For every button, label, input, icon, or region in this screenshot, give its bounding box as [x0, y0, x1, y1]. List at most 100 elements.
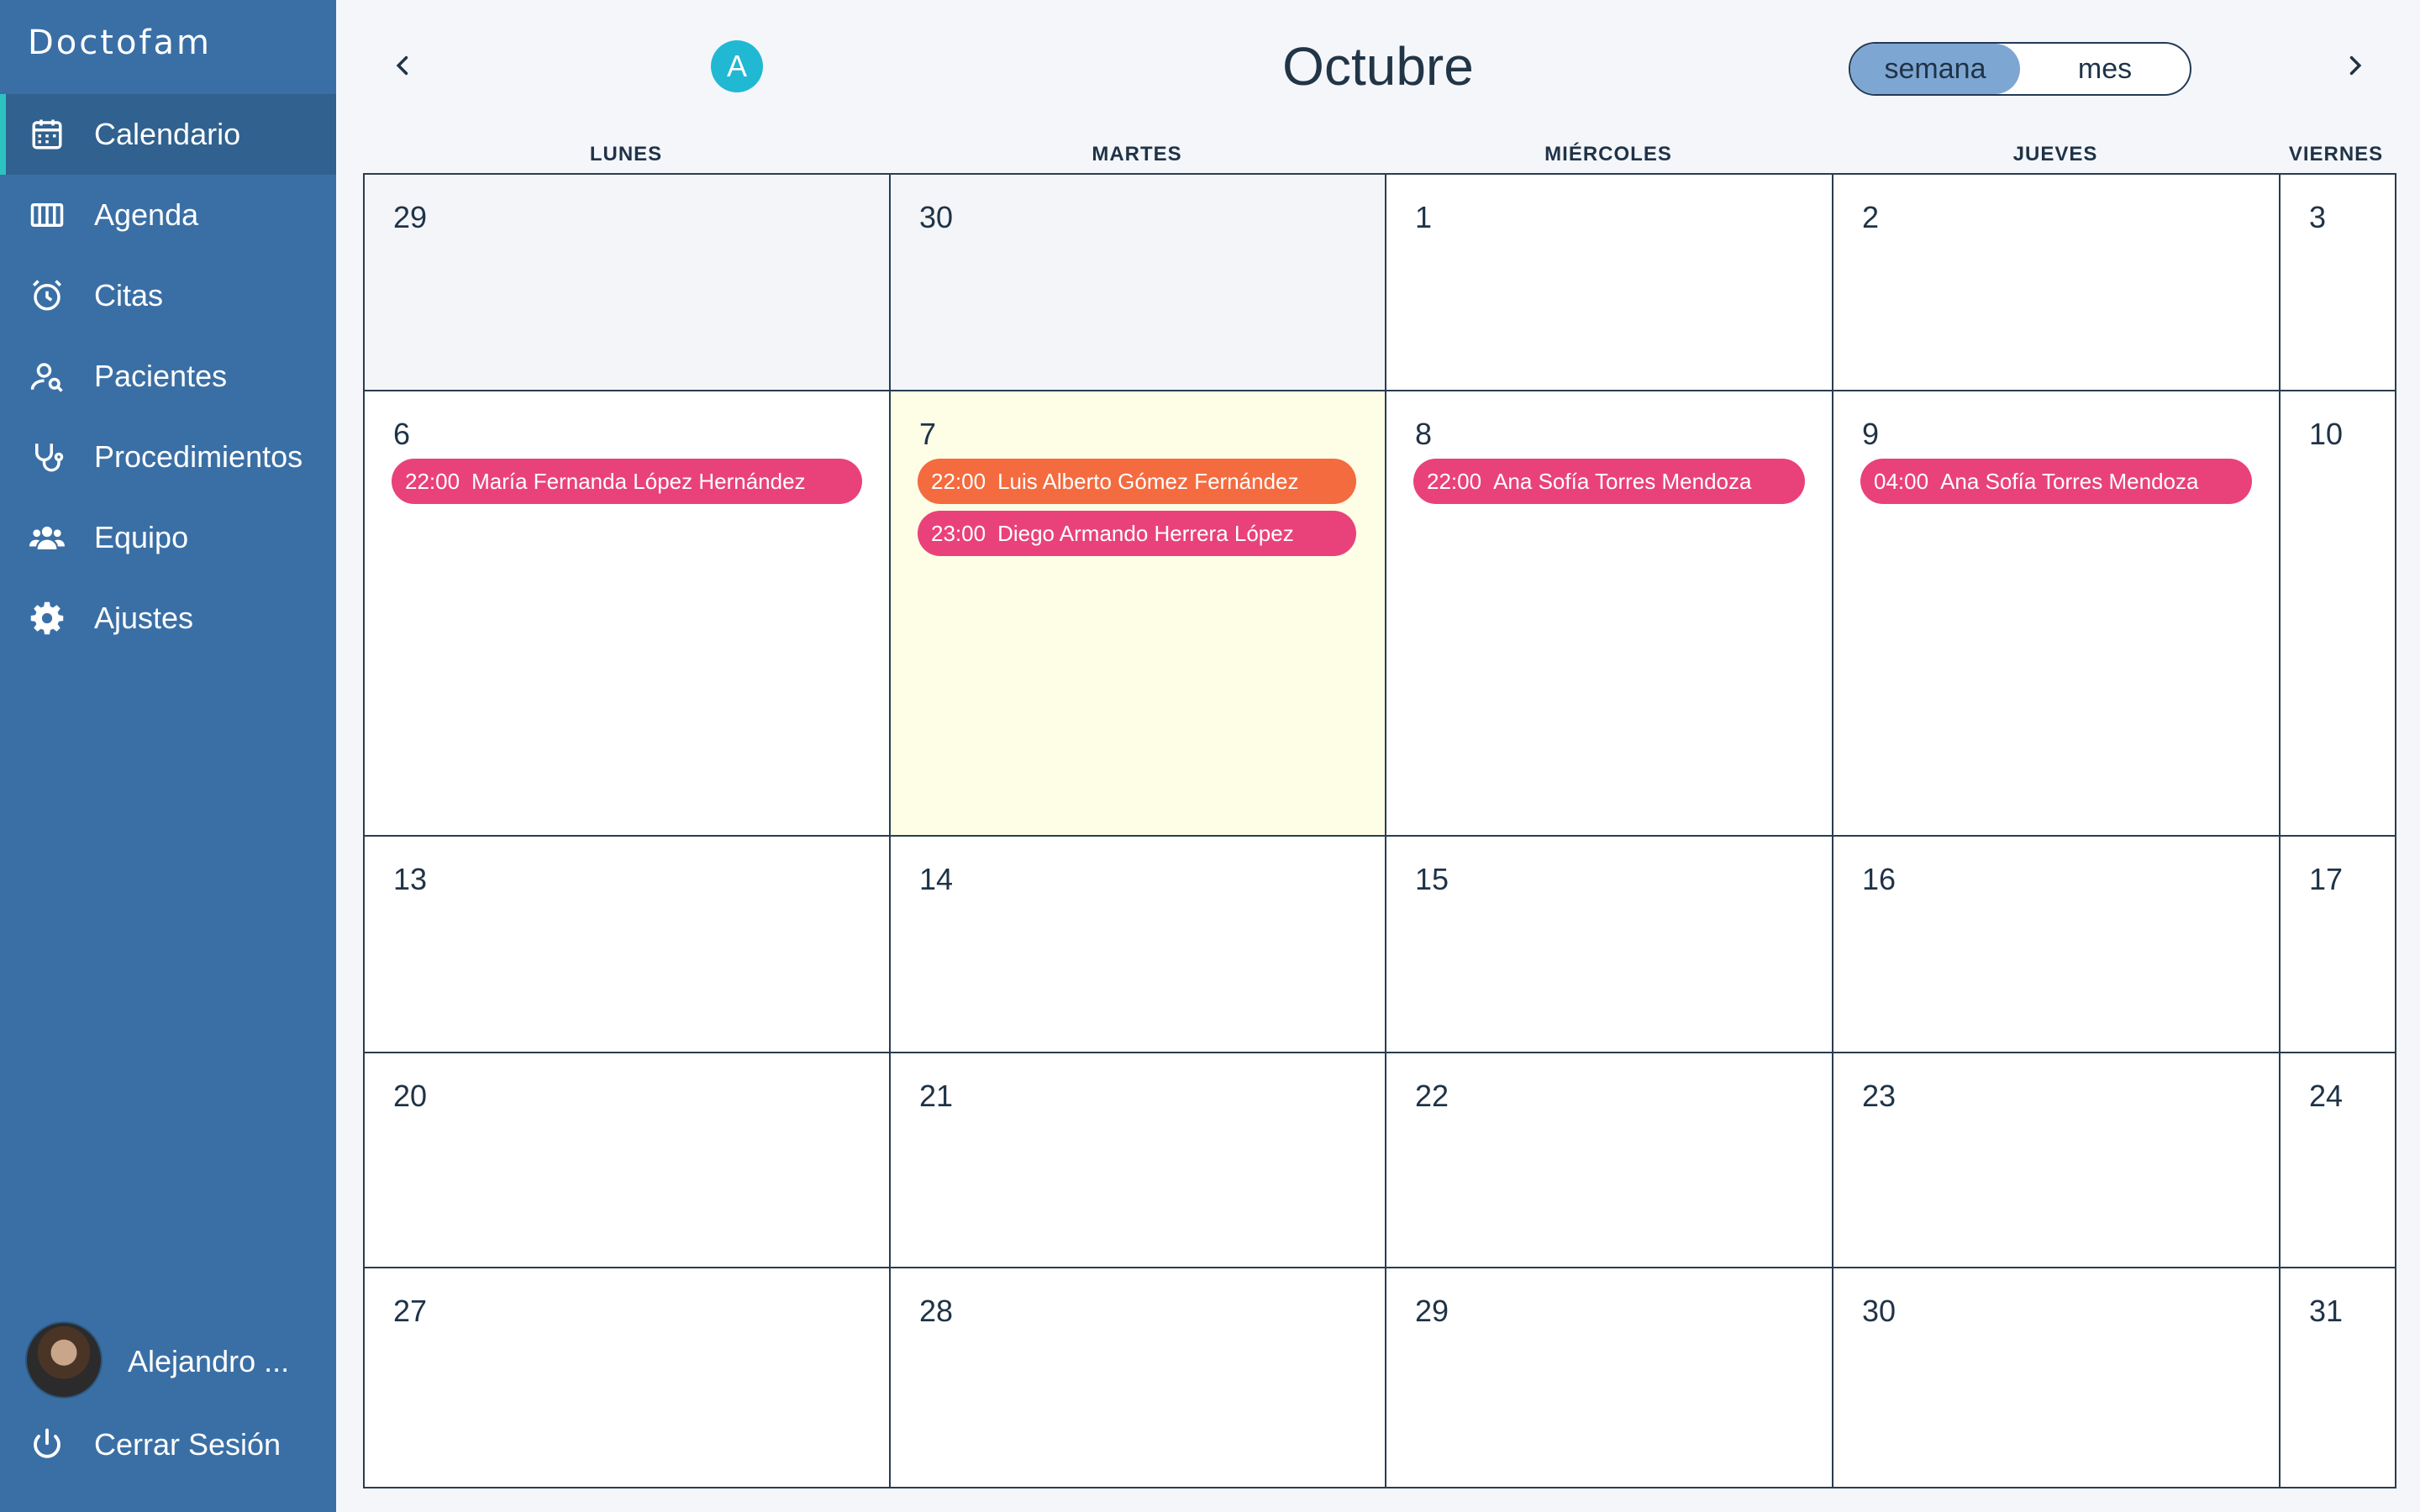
day-cell[interactable]: 14 [891, 837, 1386, 1053]
day-cell[interactable]: 20 [365, 1053, 891, 1268]
weekday-header-miercoles: MIÉRCOLES [1544, 143, 1672, 165]
sidebar-item-label: Pacientes [94, 359, 228, 393]
users-icon [29, 519, 66, 556]
gear-icon [29, 600, 66, 637]
day-number: 22 [1415, 1079, 1449, 1113]
day-cell[interactable]: 16 [1833, 837, 2281, 1053]
day-number: 10 [2309, 417, 2344, 451]
sidebar-item-label: Agenda [94, 197, 199, 232]
day-number: 20 [393, 1079, 428, 1113]
sidebar-item-label: Citas [94, 278, 164, 312]
day-number: 24 [2309, 1079, 2344, 1113]
day-cell[interactable]: 23 [1833, 1053, 2281, 1268]
day-cell[interactable]: 1 [1386, 175, 1833, 391]
day-cell[interactable]: 29 [1386, 1268, 1833, 1487]
day-number: 9 [1862, 417, 1880, 451]
sidebar-item-agenda[interactable]: Agenda [0, 175, 336, 255]
sidebar-item-calendario[interactable]: Calendario [0, 94, 336, 175]
day-cell[interactable]: 8 22:00 Ana Sofía Torres Mendoza [1386, 391, 1833, 837]
day-number: 16 [1862, 862, 1897, 896]
weekday-header-lunes: LUNES [589, 143, 663, 165]
event-pill[interactable]: 22:00 María Fernanda López Hernández [392, 459, 862, 504]
day-cell[interactable]: 10 [2281, 391, 2395, 837]
day-number: 14 [919, 862, 954, 896]
chevron-left-icon [396, 55, 408, 76]
day-number: 28 [919, 1294, 954, 1328]
sidebar-item-label: Calendario [94, 117, 241, 151]
event-patient-name: Luis Alberto Gómez Fernández [997, 468, 1299, 494]
day-cell[interactable]: 30 [891, 175, 1386, 391]
event-time: 22:00 [1427, 468, 1482, 494]
event-pill[interactable]: 23:00 Diego Armando Herrera López [918, 511, 1356, 556]
event-patient-name: María Fernanda López Hernández [471, 468, 806, 494]
day-number: 23 [1862, 1079, 1897, 1113]
day-number: 1 [1415, 200, 1433, 234]
day-cell[interactable]: 2 [1833, 175, 2281, 391]
next-month-button[interactable] [2336, 47, 2373, 84]
weekday-header-viernes: VIERNES [2288, 143, 2384, 165]
logout-label: Cerrar Sesión [94, 1427, 281, 1462]
user-profile[interactable]: Alejandro ... [25, 1321, 289, 1399]
event-pill[interactable]: 22:00 Luis Alberto Gómez Fernández [918, 459, 1356, 504]
avatar-badge[interactable]: A [711, 40, 763, 92]
sidebar-nav: Calendario Agenda Citas Pacientes Proced… [0, 94, 336, 659]
event-time: 22:00 [405, 468, 460, 494]
day-cell[interactable]: 27 [365, 1268, 891, 1487]
day-number: 13 [393, 862, 428, 896]
day-number: 17 [2309, 862, 2344, 896]
brand-logo: Doctofam [28, 24, 212, 62]
day-cell[interactable]: 7 22:00 Luis Alberto Gómez Fernández 23:00 D… [891, 391, 1386, 837]
event-time: 04:00 [1874, 468, 1929, 494]
day-cell[interactable]: 17 [2281, 837, 2395, 1053]
day-cell[interactable]: 28 [891, 1268, 1386, 1487]
weekday-header-martes: MARTES [1092, 143, 1182, 165]
day-cell[interactable]: 21 [891, 1053, 1386, 1268]
calendar-icon [29, 116, 66, 153]
day-cell[interactable]: 15 [1386, 837, 1833, 1053]
avatar [25, 1321, 103, 1399]
sidebar-item-ajustes[interactable]: Ajustes [0, 578, 336, 659]
sidebar-item-label: Ajustes [94, 601, 194, 635]
day-cell[interactable]: 9 04:00 Ana Sofía Torres Mendoza [1833, 391, 2281, 837]
sidebar-item-equipo[interactable]: Equipo [0, 497, 336, 578]
sidebar-item-procedimientos[interactable]: Procedimientos [0, 417, 336, 497]
day-number: 7 [919, 417, 937, 451]
day-cell[interactable]: 30 [1833, 1268, 2281, 1487]
month-view-button[interactable]: mes [2020, 44, 2190, 94]
day-number: 15 [1415, 862, 1449, 896]
day-cell[interactable]: 31 [2281, 1268, 2395, 1487]
day-number: 31 [2309, 1294, 2344, 1328]
event-pill[interactable]: 22:00 Ana Sofía Torres Mendoza [1413, 459, 1805, 504]
day-number: 8 [1415, 417, 1433, 451]
day-number: 2 [1862, 200, 1880, 234]
prev-month-button[interactable] [385, 47, 422, 84]
chevron-right-icon [2349, 55, 2362, 76]
week-view-button[interactable]: semana [1850, 44, 2020, 94]
event-time: 23:00 [931, 520, 986, 546]
sidebar-item-citas[interactable]: Citas [0, 255, 336, 336]
calendar-grid: 29 30 1 2 3 6 22:00 María Fernanda López Hernán… [363, 173, 2396, 1488]
day-number: 27 [393, 1294, 428, 1328]
user-name: Alejandro ... [128, 1344, 290, 1378]
day-cell[interactable]: 24 [2281, 1053, 2395, 1268]
day-cell[interactable]: 13 [365, 837, 891, 1053]
day-number: 29 [393, 200, 428, 234]
event-patient-name: Diego Armando Herrera López [997, 520, 1294, 546]
day-cell[interactable]: 3 [2281, 175, 2395, 391]
day-number: 3 [2309, 200, 2327, 234]
sidebar-item-label: Procedimientos [94, 439, 303, 474]
day-number: 30 [919, 200, 954, 234]
sidebar-item-pacientes[interactable]: Pacientes [0, 336, 336, 417]
day-cell[interactable]: 29 [365, 175, 891, 391]
month-title: Octubre [1282, 36, 1474, 97]
alarm-clock-icon [29, 277, 66, 314]
event-pill[interactable]: 04:00 Ana Sofía Torres Mendoza [1860, 459, 2252, 504]
event-patient-name: Ana Sofía Torres Mendoza [1940, 468, 2199, 494]
power-icon [29, 1426, 66, 1463]
stethoscope-icon [29, 438, 66, 475]
day-cell[interactable]: 6 22:00 María Fernanda López Hernández [365, 391, 891, 837]
columns-icon [29, 197, 66, 234]
day-number: 29 [1415, 1294, 1449, 1328]
day-cell[interactable]: 22 [1386, 1053, 1833, 1268]
logout-button[interactable]: Cerrar Sesión [0, 1404, 336, 1485]
